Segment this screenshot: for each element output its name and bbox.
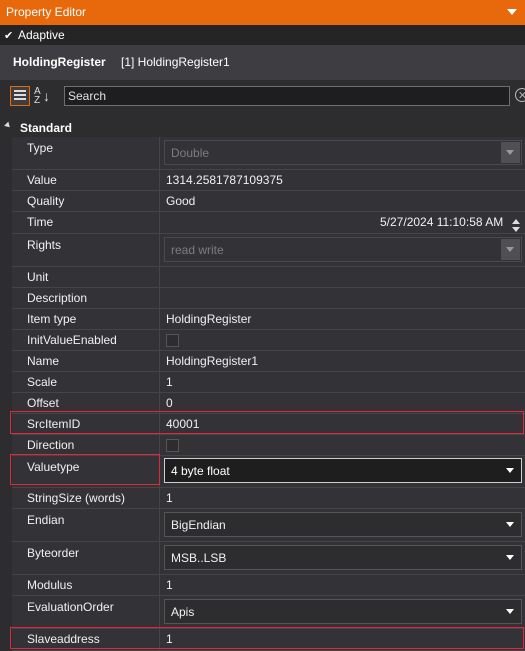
property-name: Name bbox=[27, 354, 60, 368]
property-row-slaveaddress[interactable]: Slaveaddress 1 bbox=[12, 629, 525, 651]
property-row-unit[interactable]: Unit bbox=[12, 267, 525, 288]
property-row-scale[interactable]: Scale 1 bbox=[12, 372, 525, 393]
collapse-triangle-icon[interactable] bbox=[4, 121, 12, 130]
object-name: HoldingRegister bbox=[13, 55, 106, 69]
direction-checkbox[interactable] bbox=[166, 439, 179, 452]
dropdown-arrow-icon[interactable] bbox=[501, 601, 520, 622]
search-box[interactable] bbox=[64, 86, 510, 106]
property-grid: Type Double Value 1314.2581787109375 Qua… bbox=[12, 137, 525, 651]
property-row-type: Type Double bbox=[12, 137, 525, 170]
checkbox-icon[interactable]: ✔ bbox=[4, 29, 13, 42]
property-name: Byteorder bbox=[27, 546, 80, 560]
modulus-field[interactable]: 1 bbox=[166, 578, 173, 592]
property-name: Offset bbox=[27, 396, 59, 410]
property-row-endian: Endian BigEndian bbox=[12, 509, 525, 542]
scale-field[interactable]: 1 bbox=[166, 375, 173, 389]
property-row-value[interactable]: Value 1314.2581787109375 bbox=[12, 170, 525, 191]
item-type-value: HoldingRegister bbox=[166, 312, 252, 326]
rights-combo: read write bbox=[164, 237, 522, 262]
property-name: Scale bbox=[27, 375, 58, 389]
valuetype-combo[interactable]: 4 byte float bbox=[164, 458, 522, 483]
property-row-direction: Direction bbox=[12, 435, 525, 456]
property-name: Modulus bbox=[27, 578, 73, 592]
property-name: Quality bbox=[27, 194, 65, 208]
category-label: Standard bbox=[20, 121, 73, 135]
adaptive-toggle[interactable]: ✔ Adaptive bbox=[0, 25, 525, 45]
property-name: Value bbox=[27, 173, 57, 187]
sort-alphabetical-icon[interactable]: A Z ↓ bbox=[33, 86, 53, 106]
sort-z-glyph: Z bbox=[34, 95, 41, 106]
property-row-modulus[interactable]: Modulus 1 bbox=[12, 575, 525, 596]
property-name: Slaveaddress bbox=[27, 632, 100, 646]
dropdown-arrow-icon[interactable] bbox=[501, 514, 520, 535]
property-name: Valuetype bbox=[27, 460, 80, 474]
quality-field[interactable]: Good bbox=[166, 194, 195, 208]
rights-value: read write bbox=[171, 243, 224, 257]
property-name: SrcItemID bbox=[27, 417, 81, 431]
chevron-down-icon[interactable] bbox=[507, 9, 517, 15]
search-input[interactable] bbox=[65, 87, 509, 105]
evaluation-order-combo[interactable]: Apis bbox=[164, 599, 522, 624]
endian-value: BigEndian bbox=[171, 518, 226, 532]
dropdown-arrow-icon[interactable] bbox=[501, 460, 520, 481]
toolbar: A Z ↓ bbox=[0, 80, 525, 117]
object-id: [1] HoldingRegister1 bbox=[121, 55, 230, 69]
property-name: Time bbox=[27, 215, 54, 229]
property-name: Direction bbox=[27, 438, 75, 452]
property-row-time[interactable]: Time 5/27/2024 11:10:58 AM bbox=[12, 212, 525, 234]
byteorder-combo[interactable]: MSB..LSB bbox=[164, 545, 522, 570]
property-row-evaluation-order: EvaluationOrder Apis bbox=[12, 596, 525, 629]
property-row-quality[interactable]: Quality Good bbox=[12, 191, 525, 212]
offset-field[interactable]: 0 bbox=[166, 396, 173, 410]
property-row-rights: Rights read write bbox=[12, 234, 525, 267]
byteorder-value: MSB..LSB bbox=[171, 551, 227, 565]
property-name: Item type bbox=[27, 312, 77, 326]
property-row-item-type: Item type HoldingRegister bbox=[12, 309, 525, 330]
endian-combo[interactable]: BigEndian bbox=[164, 512, 522, 537]
spin-down-icon[interactable] bbox=[512, 227, 520, 232]
categorized-view-icon[interactable] bbox=[10, 86, 30, 106]
property-row-string-size[interactable]: StringSize (words) 1 bbox=[12, 488, 525, 509]
property-name: EvaluationOrder bbox=[27, 600, 114, 614]
dropdown-arrow-icon bbox=[501, 142, 520, 163]
property-row-description[interactable]: Description bbox=[12, 288, 525, 309]
valuetype-value: 4 byte float bbox=[171, 464, 230, 478]
property-name: Rights bbox=[27, 238, 62, 252]
dropdown-arrow-icon[interactable] bbox=[501, 547, 520, 568]
type-combo: Double bbox=[164, 140, 522, 165]
src-item-id-field[interactable]: 40001 bbox=[166, 417, 199, 431]
slaveaddress-field[interactable]: 1 bbox=[166, 632, 173, 646]
property-name: StringSize (words) bbox=[27, 491, 126, 505]
type-value: Double bbox=[171, 146, 210, 160]
title-bar: Property Editor bbox=[0, 0, 525, 25]
property-row-byteorder: Byteorder MSB..LSB bbox=[12, 542, 525, 575]
name-field[interactable]: HoldingRegister1 bbox=[166, 354, 258, 368]
clear-search-icon[interactable] bbox=[515, 88, 525, 102]
property-name: Unit bbox=[27, 270, 49, 284]
property-row-init-value-enabled: InitValueEnabled bbox=[12, 330, 525, 351]
time-field[interactable]: 5/27/2024 11:10:58 AM bbox=[380, 215, 503, 229]
property-row-offset[interactable]: Offset 0 bbox=[12, 393, 525, 414]
property-name: InitValueEnabled bbox=[27, 333, 117, 347]
property-row-valuetype: Valuetype 4 byte float bbox=[12, 456, 525, 488]
property-row-src-item-id[interactable]: SrcItemID 40001 bbox=[12, 414, 525, 435]
property-row-name[interactable]: Name HoldingRegister1 bbox=[12, 351, 525, 372]
init-value-enabled-checkbox[interactable] bbox=[166, 334, 179, 347]
object-header: HoldingRegister [1] HoldingRegister1 bbox=[0, 45, 525, 80]
value-field[interactable]: 1314.2581787109375 bbox=[166, 173, 283, 187]
sort-arrow-glyph: ↓ bbox=[43, 88, 50, 104]
property-name: Type bbox=[27, 141, 54, 155]
property-name: Endian bbox=[27, 513, 65, 527]
string-size-field[interactable]: 1 bbox=[166, 491, 173, 505]
property-name: Description bbox=[27, 291, 88, 305]
spin-up-icon[interactable] bbox=[512, 219, 520, 224]
evaluation-order-value: Apis bbox=[171, 605, 195, 619]
adaptive-label: Adaptive bbox=[18, 28, 65, 42]
category-standard[interactable]: Standard bbox=[0, 117, 525, 137]
panel-title: Property Editor bbox=[6, 5, 87, 19]
dropdown-arrow-icon bbox=[501, 239, 520, 260]
